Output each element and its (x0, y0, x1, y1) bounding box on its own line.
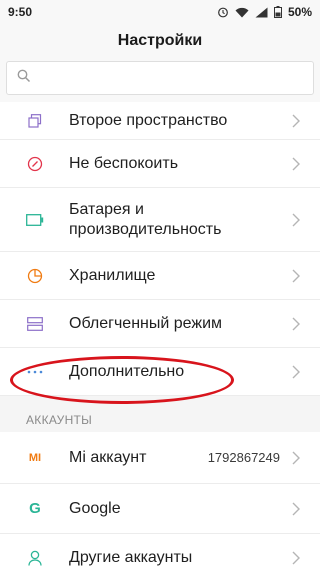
chevron-right-icon (292, 451, 300, 470)
storage-icon (26, 267, 44, 285)
settings-list: Второе пространство Не беспокоить Батаре… (0, 102, 320, 569)
battery-percent: 50% (287, 5, 312, 19)
chevron-right-icon (292, 213, 300, 232)
mi-account-id: 1792867249 (207, 450, 280, 465)
settings-item-mi-account[interactable]: MI Mi аккаунт 1792867249 (0, 432, 320, 484)
settings-item-do-not-disturb[interactable]: Не беспокоить (0, 140, 320, 188)
user-icon (26, 549, 44, 567)
wifi-icon (235, 7, 249, 18)
do-not-disturb-icon (26, 155, 44, 173)
mi-icon: MI (28, 451, 42, 464)
settings-item-other-accounts[interactable]: Другие аккаунты (0, 534, 320, 569)
settings-item-label: Второе пространство (69, 111, 228, 129)
search-box[interactable] (6, 61, 314, 95)
settings-item-label-line1: Батарея и (69, 200, 144, 218)
battery-status-icon (273, 6, 282, 18)
settings-item-google[interactable]: G Google (0, 484, 320, 534)
status-time: 9:50 (8, 5, 33, 19)
more-icon (26, 363, 44, 381)
settings-item-battery[interactable]: Батарея и производительность (0, 188, 320, 252)
settings-item-lite-mode[interactable]: Облегченный режим (0, 300, 320, 348)
settings-item-label-line2: производительность (69, 220, 222, 238)
settings-item-storage[interactable]: Хранилище (0, 252, 320, 300)
page-title: Настройки (0, 24, 320, 60)
settings-item-label: Google (69, 499, 121, 517)
google-icon: G (29, 500, 41, 517)
status-bar: 9:50 50% (0, 0, 320, 24)
settings-item-label: Дополнительно (69, 362, 185, 380)
settings-item-label: Mi аккаунт (69, 448, 147, 466)
section-title-accounts: АККАУНТЫ (0, 408, 320, 432)
settings-item-label: Не беспокоить (69, 154, 179, 172)
settings-item-additional[interactable]: Дополнительно (0, 348, 320, 396)
signal-icon (255, 7, 268, 18)
chevron-right-icon (292, 157, 300, 176)
search-input[interactable] (39, 70, 279, 86)
search-area (0, 60, 320, 102)
settings-item-second-space[interactable]: Второе пространство (0, 102, 320, 140)
settings-item-label: Облегченный режим (69, 314, 223, 332)
chevron-right-icon (292, 114, 300, 133)
chevron-right-icon (292, 317, 300, 336)
settings-item-label: Батарея и производительность (69, 200, 221, 240)
search-icon (17, 69, 31, 88)
settings-item-label: Другие аккаунты (69, 548, 193, 566)
chevron-right-icon (292, 551, 300, 569)
lite-mode-icon (26, 315, 44, 333)
alarm-icon (217, 6, 229, 18)
chevron-right-icon (292, 269, 300, 288)
section-divider (0, 396, 320, 408)
settings-item-label: Хранилище (69, 266, 156, 284)
dual-space-icon (26, 112, 44, 130)
chevron-right-icon (292, 365, 300, 384)
battery-icon (26, 211, 44, 229)
chevron-right-icon (292, 502, 300, 521)
